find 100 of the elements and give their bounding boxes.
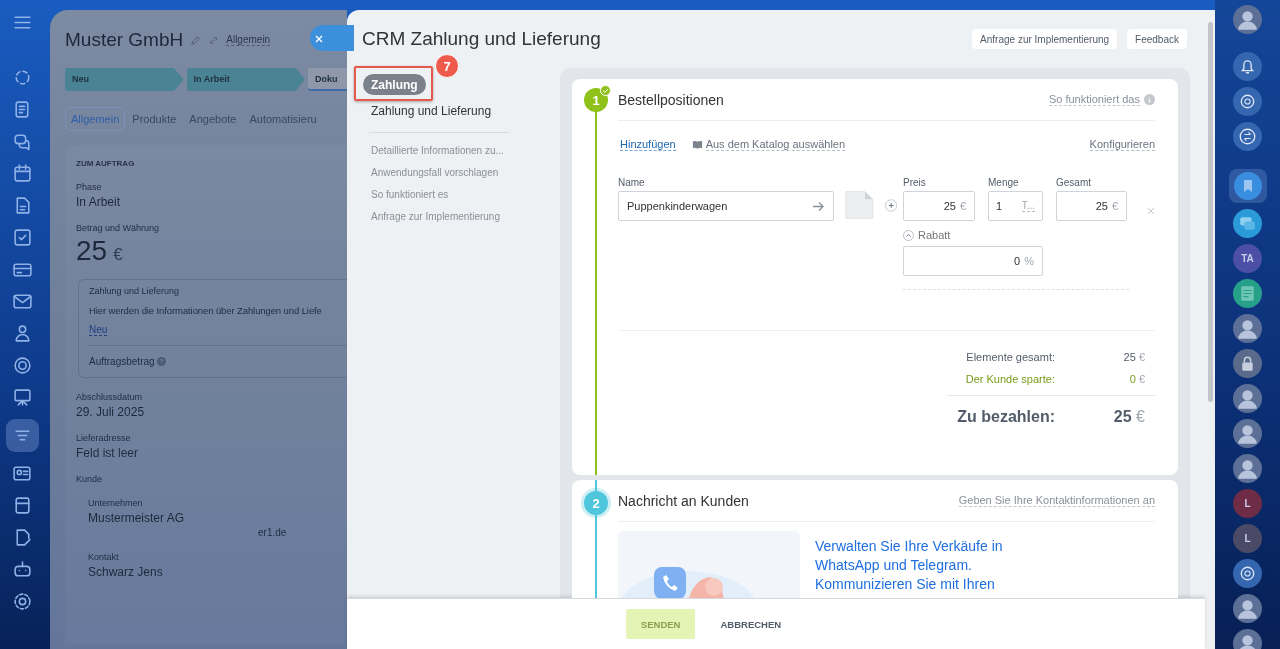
stage-step[interactable]: Neu <box>65 68 184 91</box>
cancel-button[interactable]: ABBRECHEN <box>705 609 797 639</box>
header-button[interactable]: Anfrage zur Implementierung <box>972 29 1118 49</box>
arrow-icon <box>812 200 825 212</box>
menu-link[interactable]: So funktioniert es <box>371 189 560 200</box>
scrollbar[interactable] <box>1208 22 1213 402</box>
stage-step[interactable]: In Arbeit <box>186 68 305 91</box>
catalog-link[interactable]: Aus dem Katalog auswählen <box>705 138 846 151</box>
menu-link[interactable]: Anwendungsfall vorschlagen <box>371 167 560 178</box>
total-label: Elemente gesamt: <box>966 351 1055 363</box>
field-label: Menge <box>988 177 1020 190</box>
due-label: Zu bezahlen: <box>957 408 1055 426</box>
step-number: 2 <box>584 491 608 515</box>
record-title: Muster GmbH <box>65 29 184 51</box>
board-icon[interactable] <box>12 387 33 408</box>
exchange-icon[interactable] <box>1233 122 1262 151</box>
field-value: In Arbeit <box>76 195 122 209</box>
chevron-up-icon <box>903 229 914 241</box>
settings-icon[interactable] <box>12 591 33 612</box>
step-title: Bestellpositionen <box>618 91 725 108</box>
avatar[interactable] <box>1233 594 1262 623</box>
field-label: Phase <box>76 182 103 192</box>
avatar[interactable] <box>1233 384 1262 413</box>
promo-text: Kommunizieren Sie mit Ihren <box>815 575 996 594</box>
section-title: ZUM AUFTRAG <box>76 159 136 168</box>
calendar-icon[interactable] <box>12 163 33 184</box>
panel-title: CRM Zahlung und Lieferung <box>362 28 602 50</box>
field-label: Kunde <box>76 474 104 484</box>
callout-badge: 7 <box>435 54 459 78</box>
avatar[interactable]: L <box>1233 489 1262 518</box>
box-title: Zahlung und Lieferung <box>89 286 181 296</box>
bell-icon[interactable] <box>1233 52 1262 81</box>
stage-step[interactable]: Doku <box>308 68 347 91</box>
price-field[interactable]: 25 € <box>903 191 975 221</box>
help-link[interactable]: So funktioniert das <box>1048 93 1140 106</box>
step-title: Nachricht an Kunden <box>618 492 750 509</box>
menu-item[interactable]: Zahlung und Lieferung <box>371 104 492 118</box>
promo-text: WhatsApp und Telegram. <box>815 556 973 575</box>
total-value: 0 € <box>1128 373 1145 385</box>
due-value: 25 € <box>1112 408 1145 426</box>
ring-icon[interactable] <box>12 355 33 376</box>
menu-link[interactable]: Detaillierte Informationen zu... <box>371 145 560 156</box>
avatar[interactable] <box>1233 419 1262 448</box>
total-field[interactable]: 25 € <box>1056 191 1127 221</box>
plus-icon[interactable] <box>884 199 897 212</box>
book-icon <box>691 139 703 150</box>
add-link[interactable]: Hinzufügen <box>620 138 676 151</box>
discount-toggle[interactable]: Rabatt <box>903 229 951 241</box>
quantity-field[interactable]: 1 T... <box>988 191 1043 221</box>
avatar[interactable]: L <box>1233 524 1262 553</box>
currency-symbol: € <box>113 245 123 265</box>
lock-icon[interactable] <box>1233 349 1262 378</box>
close-icon <box>314 33 324 44</box>
document-icon[interactable] <box>1233 279 1262 308</box>
field-label: Gesamt <box>1056 177 1092 190</box>
step-number: 1 <box>584 88 608 112</box>
record-tab[interactable]: Produkte <box>126 107 183 131</box>
website-text: er1.de <box>258 527 288 538</box>
field-value: Mustermeister AG <box>88 511 186 525</box>
configure-link[interactable]: Konfigurieren <box>1089 138 1155 151</box>
field-label: Kontakt <box>88 552 120 562</box>
field-value: Feld ist leer <box>76 446 140 460</box>
chat-icon[interactable] <box>1233 209 1262 238</box>
discount-field[interactable]: 0 % <box>903 246 1043 276</box>
field-label: Unternehmen <box>88 498 144 508</box>
target-icon[interactable] <box>1233 87 1262 116</box>
avatar[interactable] <box>1233 314 1262 343</box>
menu-item[interactable]: Zahlung <box>363 74 426 95</box>
amount-value: 25 <box>76 235 108 267</box>
field-label: Abschlussdatum <box>76 392 144 402</box>
mail-icon[interactable] <box>12 291 33 312</box>
total-value: 25 € <box>1122 351 1145 363</box>
total-label: Der Kunde sparte: <box>965 373 1055 385</box>
view-selector[interactable]: Allgemein <box>226 34 271 46</box>
target-icon[interactable] <box>1233 559 1262 588</box>
avatar[interactable] <box>1233 5 1262 34</box>
filter-icon[interactable] <box>6 419 39 452</box>
field-label: Name <box>618 177 646 190</box>
chat-icon[interactable] <box>12 131 33 152</box>
cabinet-icon[interactable] <box>12 495 33 516</box>
header-button[interactable]: Feedback <box>1127 29 1187 49</box>
field-value: Schwarz Jens <box>88 565 164 579</box>
new-link[interactable]: Neu <box>89 324 108 336</box>
help-link[interactable]: Geben Sie Ihre Kontaktinformationen an <box>958 494 1155 507</box>
checkbox-icon[interactable] <box>12 227 33 248</box>
field-label: Preis <box>903 177 927 190</box>
avatar[interactable]: TA <box>1233 244 1262 273</box>
avatar[interactable] <box>1233 454 1262 483</box>
field-value: 29. Juli 2025 <box>76 405 146 419</box>
record-tab[interactable]: Angebote <box>183 107 243 131</box>
robot-icon[interactable] <box>12 559 33 580</box>
field-label: Auftragsbetrag <box>89 356 155 367</box>
box-text: Hier werden die Informationen über Zahlungen und Liefe <box>89 305 323 316</box>
contact-card-icon[interactable] <box>12 463 33 484</box>
name-field[interactable]: Puppenkinderwagen <box>618 191 834 221</box>
record-tab[interactable]: Automatisieru <box>243 107 323 131</box>
promo-text: Verwalten Sie Ihre Verkäufe in <box>815 537 1003 556</box>
bookmark-icon[interactable] <box>1228 169 1267 203</box>
field-label: Lieferadresse <box>76 433 132 443</box>
menu-link[interactable]: Anfrage zur Implementierung <box>371 211 560 222</box>
